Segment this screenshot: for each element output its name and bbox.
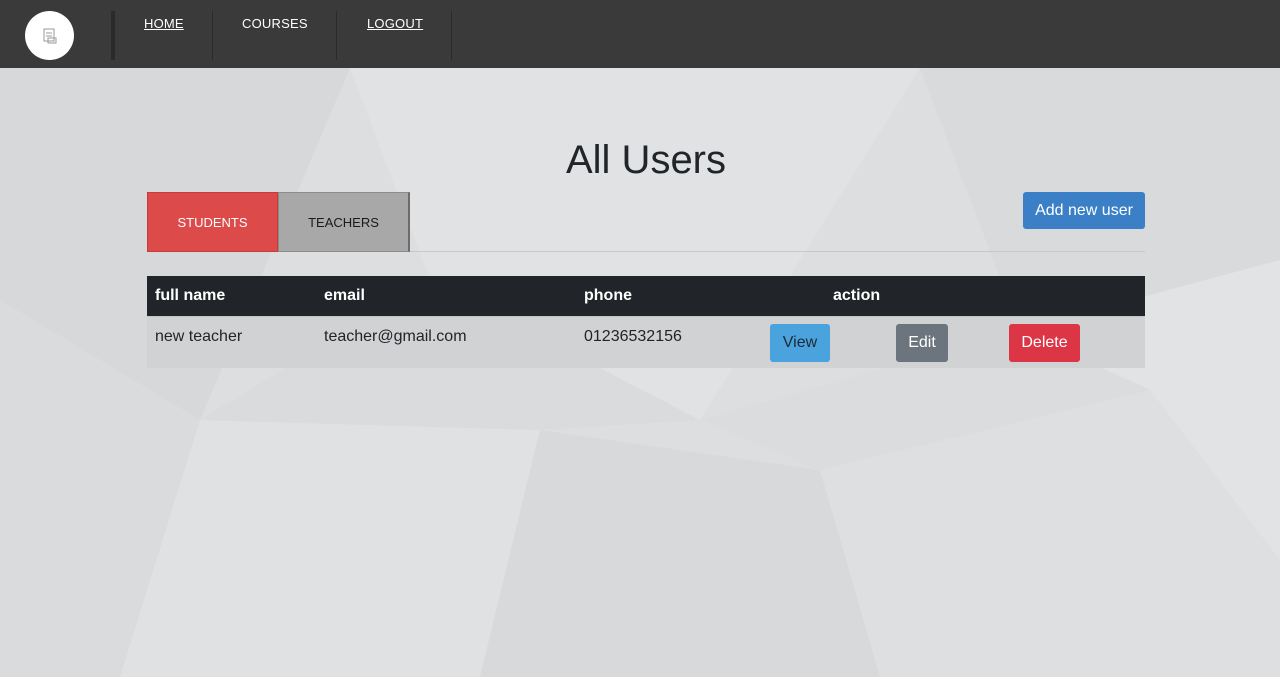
cell-full-name: new teacher — [155, 328, 243, 345]
table-header: full name email phone action — [147, 276, 1145, 316]
nav-link-logout[interactable]: LOGOUT — [367, 16, 423, 31]
tab-teachers[interactable]: TEACHERS — [278, 192, 410, 252]
main-content: All Users STUDENTS TEACHERS Add new user… — [0, 68, 1280, 677]
cell-phone: 01236532156 — [584, 328, 682, 345]
page-title: All Users — [565, 138, 727, 182]
users-table: full name email phone action new teacher… — [147, 276, 1145, 368]
nav-divider — [111, 11, 115, 60]
table-row: new teacher teacher@gmail.com 0123653215… — [147, 316, 1145, 368]
nav-divider — [212, 11, 213, 60]
column-header-phone: phone — [584, 287, 632, 304]
view-button[interactable]: View — [770, 324, 830, 362]
tab-students[interactable]: STUDENTS — [147, 192, 278, 252]
top-navbar: HOME COURSES LOGOUT — [0, 0, 1280, 68]
delete-button[interactable]: Delete — [1009, 324, 1080, 362]
nav-link-home[interactable]: HOME — [144, 16, 184, 31]
site-logo[interactable] — [25, 11, 74, 60]
edit-button[interactable]: Edit — [896, 324, 948, 362]
column-header-email: email — [324, 287, 365, 304]
column-header-full-name: full name — [155, 287, 226, 304]
add-new-user-button[interactable]: Add new user — [1023, 192, 1145, 229]
nav-link-courses[interactable]: COURSES — [242, 16, 308, 31]
nav-divider — [451, 11, 452, 60]
nav-divider — [336, 11, 337, 60]
document-logo-icon — [43, 28, 56, 43]
cell-email: teacher@gmail.com — [324, 328, 467, 345]
column-header-action: action — [833, 287, 881, 304]
